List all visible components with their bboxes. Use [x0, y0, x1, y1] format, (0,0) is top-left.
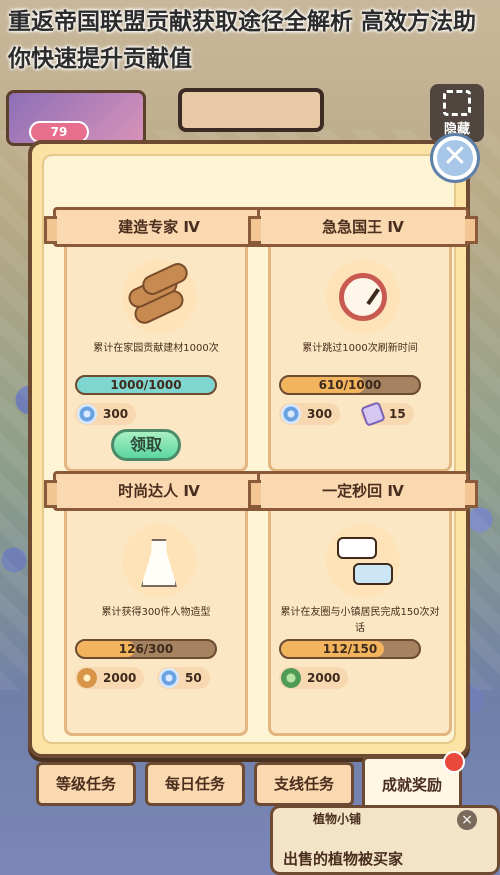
- progress-bar: 610/1000: [279, 375, 421, 395]
- progress-text: 126/300: [118, 642, 174, 656]
- progress-text: 1000/1000: [110, 378, 182, 392]
- reward-item: 15: [360, 401, 414, 427]
- chat-bubbles-icon: [323, 521, 403, 601]
- card-title: 一定秒回 Ⅳ: [248, 471, 478, 511]
- reward-amount: 50: [185, 671, 202, 685]
- progress-text: 112/150: [322, 642, 378, 656]
- swirl-icon: [77, 404, 97, 424]
- swirl-icon: [281, 404, 301, 424]
- card-title: 时尚达人 Ⅳ: [44, 471, 274, 511]
- frame-icon: [443, 90, 471, 116]
- achievement-card-quick-reply: 一定秒回 Ⅳ 累计在友圈与小镇居民完成150次对话 112/150 2000: [248, 471, 478, 736]
- player-portrait-card[interactable]: 79: [6, 90, 146, 146]
- hide-ui-label: 隐藏: [443, 122, 470, 137]
- reward-amount: 2000: [307, 671, 341, 685]
- reward-item: 300: [75, 403, 137, 425]
- ticket-icon: [360, 401, 386, 427]
- achievement-card-hurry-king: 急急国王 Ⅳ 累计跳过1000次刷新时间 610/1000 300 15: [248, 207, 478, 472]
- clock-icon: [323, 257, 403, 337]
- progress-bar: 112/150: [279, 639, 421, 659]
- reward-amount: 2000: [103, 671, 137, 685]
- tab-label: 成就奖励: [381, 776, 442, 794]
- tab-daily-tasks[interactable]: 每日任务: [145, 762, 245, 806]
- top-banner: [178, 88, 324, 132]
- coin-icon: [77, 668, 97, 688]
- reward-amount: 300: [307, 407, 333, 421]
- hide-ui-button[interactable]: 隐藏: [430, 84, 484, 142]
- card-description: 累计在友圈与小镇居民完成150次对话: [280, 607, 440, 634]
- dress-icon: [119, 521, 199, 601]
- reward-amount: 300: [103, 407, 129, 421]
- reward-item: 50: [157, 667, 210, 689]
- close-icon: ✕: [442, 139, 468, 174]
- clover-icon: [281, 668, 301, 688]
- card-description: 累计在家园贡献建材1000次: [93, 343, 219, 354]
- swirl-icon: [159, 668, 179, 688]
- claim-button[interactable]: 领取: [111, 429, 181, 461]
- clock-face: [339, 273, 387, 321]
- reward-amount: 15: [389, 407, 406, 421]
- progress-text: 610/1000: [318, 378, 382, 392]
- progress-bar: 126/300: [75, 639, 217, 659]
- notification-dot: [443, 751, 465, 773]
- tab-level-tasks[interactable]: 等级任务: [36, 762, 136, 806]
- achievement-card-builder: 建造专家 Ⅳ 累计在家园贡献建材1000次 1000/1000 300 领取: [44, 207, 274, 472]
- close-icon[interactable]: ×: [457, 810, 477, 830]
- card-title: 建造专家 Ⅳ: [44, 207, 274, 247]
- card-title: 急急国王 Ⅳ: [248, 207, 478, 247]
- shop-notification[interactable]: 植物小铺 × 出售的植物被买家: [270, 805, 500, 875]
- shop-message: 出售的植物被买家: [283, 850, 404, 868]
- reward-item: 300: [279, 403, 341, 425]
- shop-label: 植物小铺: [313, 812, 362, 826]
- progress-bar: 1000/1000: [75, 375, 217, 395]
- card-description: 累计获得300件人物造型: [101, 607, 211, 618]
- reward-item: 2000: [279, 667, 349, 689]
- achievement-card-fashion: 时尚达人 Ⅳ 累计获得300件人物造型 126/300 2000 50: [44, 471, 274, 736]
- close-button[interactable]: ✕: [433, 136, 477, 180]
- tab-side-tasks[interactable]: 支线任务: [254, 762, 354, 806]
- logs-icon: [119, 257, 199, 337]
- card-description: 累计跳过1000次刷新时间: [302, 343, 418, 354]
- reward-item: 2000: [75, 667, 145, 689]
- page-headline: 重返帝国联盟贡献获取途径全解析 高效方法助你快速提升贡献值: [8, 9, 477, 72]
